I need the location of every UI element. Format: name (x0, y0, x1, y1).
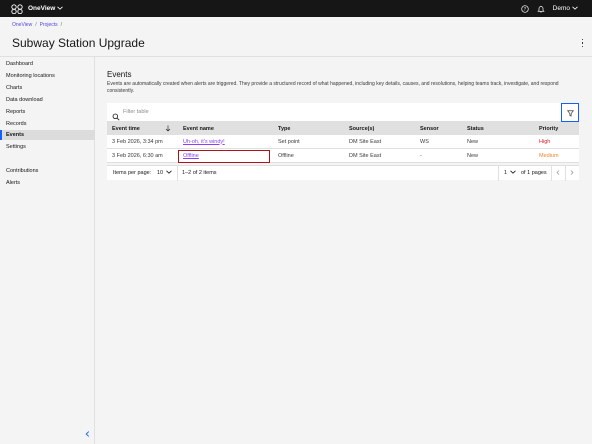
filter-button[interactable] (561, 103, 579, 122)
event-name-link[interactable]: Offline (183, 153, 199, 159)
sidebar-item-data-download[interactable]: Data download (0, 95, 95, 105)
user-menu[interactable]: Demo (553, 5, 578, 12)
cell-status: New (467, 152, 479, 159)
cell-source: DM Site East (349, 138, 382, 145)
cell-status: New (467, 138, 479, 145)
divider (177, 166, 178, 181)
cell-event-time: 3 Feb 2026, 3:34 pm (112, 138, 163, 145)
cell-sensor: WS (420, 138, 429, 145)
cell-sensor: - (420, 152, 422, 159)
sidebar-item-settings[interactable]: Settings (0, 142, 95, 152)
breadcrumb-separator: / (60, 22, 63, 28)
cell-type: Offline (278, 152, 294, 159)
filter-table-input[interactable] (123, 106, 543, 118)
page-title: Subway Station Upgrade (12, 36, 145, 50)
app-window: OneView ? Demo OneView / Projects / Subw… (0, 0, 592, 444)
chevron-left-icon (556, 170, 560, 177)
sidebar-item-charts[interactable]: Charts (0, 83, 95, 93)
user-name: Demo (552, 5, 570, 12)
page-select[interactable]: 1 (504, 170, 516, 176)
page-header: OneView / Projects / Subway Station Upgr… (0, 17, 592, 57)
column-header-event-name: Event name (183, 125, 214, 132)
chevron-down-icon (57, 5, 64, 12)
cell-source: DM Site East (349, 152, 382, 159)
divider (498, 166, 499, 181)
of-pages-label: of 1 pages (521, 170, 547, 176)
page-value: 1 (504, 170, 508, 176)
events-table: Event time Event name Type Source(s) Sen… (107, 122, 579, 163)
next-page-button[interactable] (565, 166, 579, 181)
sidebar-item-contributions[interactable]: Contributions (0, 166, 95, 176)
sidebar-item-alerts[interactable]: Alerts (0, 178, 95, 188)
breadcrumb-separator: / (35, 22, 37, 28)
column-header-type: Type (278, 125, 291, 132)
previous-page-button[interactable] (551, 166, 565, 181)
sidebar-item-events[interactable]: Events (0, 130, 95, 140)
items-range: 1–2 of 2 items (182, 170, 217, 176)
breadcrumb: OneView / Projects / (12, 22, 62, 28)
items-per-page-label: Items per page: (113, 170, 152, 176)
search-icon (112, 108, 120, 121)
collapse-sidebar-icon[interactable] (83, 430, 91, 438)
help-icon[interactable]: ? (521, 4, 529, 13)
sidebar-item-monitoring-locations[interactable]: Monitoring locations (0, 71, 95, 81)
event-name-link[interactable]: Uh-oh, it's windy! (183, 139, 225, 145)
main-content: Events Events are automatically created … (95, 57, 592, 444)
sidebar-item-reports[interactable]: Reports (0, 107, 95, 117)
app-name: OneView (28, 5, 56, 12)
column-header-event-time[interactable]: Event time (112, 126, 140, 132)
sidebar: Dashboard Monitoring locations Charts Da… (0, 57, 95, 444)
sort-arrow-down-icon[interactable] (165, 125, 171, 132)
sidebar-item-records[interactable]: Records (0, 119, 95, 129)
table-row[interactable]: 3 Feb 2026, 3:34 pm Uh-oh, it's windy! S… (107, 135, 579, 149)
column-header-sources: Source(s) (349, 125, 375, 132)
items-per-page-select[interactable]: 10 (157, 170, 172, 176)
chevron-down-icon (572, 5, 578, 12)
items-per-page-value: 10 (157, 170, 164, 176)
filter-icon (566, 104, 574, 122)
cell-priority: Medium (539, 152, 559, 159)
breadcrumb-item-projects[interactable]: Projects (40, 22, 58, 28)
section-description: Events are automatically created when al… (107, 81, 559, 94)
notification-bell-icon[interactable] (537, 5, 545, 13)
cell-event-time: 3 Feb 2026, 6:30 am (112, 152, 163, 159)
chevron-down-icon (166, 170, 172, 176)
chevron-down-icon (510, 170, 516, 176)
table-row[interactable]: 3 Feb 2026, 6:30 am Offline Offline DM S… (107, 149, 579, 163)
column-header-priority: Priority (539, 125, 559, 132)
top-bar: OneView ? Demo (0, 0, 592, 17)
breadcrumb-item-oneview[interactable]: OneView (12, 22, 32, 28)
cell-type: Set point (278, 138, 300, 145)
column-header-status: Status (467, 125, 484, 132)
cell-priority: High (539, 138, 551, 145)
app-logo-icon[interactable] (10, 3, 24, 14)
top-bar-actions: ? Demo (521, 4, 578, 13)
section-title: Events (107, 70, 132, 79)
table-header: Event time Event name Type Source(s) Sen… (107, 122, 579, 135)
table-toolbar (107, 103, 579, 122)
chevron-right-icon (570, 170, 574, 177)
overflow-menu-icon[interactable] (581, 39, 584, 47)
sidebar-item-dashboard[interactable]: Dashboard (0, 59, 95, 69)
pagination: Items per page: 10 1–2 of 2 items 1 of 1… (107, 165, 579, 181)
app-switcher[interactable]: OneView (28, 5, 64, 12)
column-header-sensor: Sensor (420, 125, 439, 132)
